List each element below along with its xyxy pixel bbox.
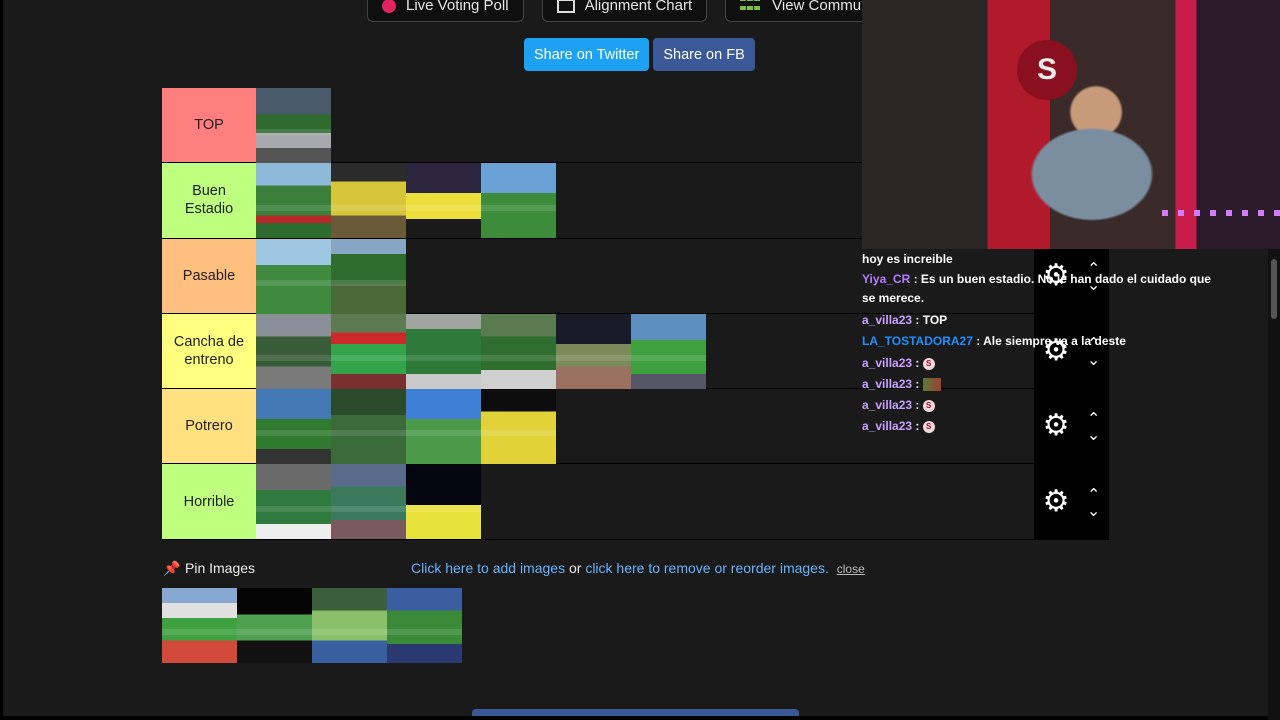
scrollbar-thumb[interactable]	[1271, 259, 1277, 319]
chat-message: Yiya_CR : Es un buen estadio. No le han …	[862, 272, 1211, 305]
chat-text: Ale siempre va a la deste	[983, 334, 1126, 348]
chat-username: a_villa23	[862, 398, 913, 412]
chat-username: a_villa23	[862, 356, 913, 370]
close-link[interactable]: close	[837, 562, 865, 576]
pinned-thumbnail[interactable]	[387, 588, 462, 663]
save-button[interactable]	[472, 709, 799, 716]
add-images-line: Click here to add images or click here t…	[411, 560, 865, 576]
stadium-thumbnail[interactable]	[631, 313, 706, 389]
chevron-up-icon[interactable]: ⌄	[1087, 484, 1100, 501]
page-scrollbar[interactable]	[1268, 249, 1280, 720]
tier-label[interactable]: Pasable	[162, 238, 256, 313]
pinned-thumbnail[interactable]	[237, 588, 312, 663]
stadium-thumbnail[interactable]	[406, 313, 481, 389]
stadium-thumbnail[interactable]	[331, 389, 406, 465]
stadium-thumbnail[interactable]	[406, 163, 481, 239]
pushpin-icon[interactable]: 📌	[163, 560, 180, 577]
pinned-thumbnail[interactable]	[312, 588, 387, 663]
alignment-chart-label: Alignment Chart	[584, 0, 693, 14]
stadium-thumbnail[interactable]	[256, 238, 331, 314]
live-voting-label: Live Voting Poll	[406, 0, 509, 14]
stadium-thumbnail[interactable]	[481, 313, 556, 389]
stadium-thumbnail[interactable]	[256, 163, 331, 239]
chat-message: LA_TOSTADORA27 : Ale siempre va a la des…	[862, 334, 1126, 348]
grid-icon	[556, 0, 575, 13]
tier-label[interactable]: Cancha de entreno	[162, 313, 256, 389]
chat-overlay: hoy es increible Yiya_CR : Es un buen est…	[862, 249, 1268, 449]
chat-username: a_villa23	[862, 377, 913, 391]
chat-username: a_villa23	[862, 419, 913, 433]
saprissa-emote-icon: S	[922, 357, 935, 370]
tier-label[interactable]: Buen Estadio	[162, 163, 256, 238]
share-fb-button[interactable]: Share on FB	[653, 38, 755, 71]
tier-controls: ⚙ ⌄ ⌄	[1034, 464, 1109, 539]
webcam-overlay: S	[862, 0, 1280, 249]
move-arrows: ⌄ ⌄	[1087, 484, 1100, 520]
tier-items[interactable]	[256, 464, 1034, 540]
add-images-link[interactable]: Click here to add images	[411, 560, 565, 576]
stadium-thumbnail[interactable]	[256, 313, 331, 389]
stadium-thumbnail[interactable]	[256, 389, 331, 465]
pinned-images	[162, 588, 462, 663]
top-nav: Live Voting Poll Alignment Chart View Co…	[367, 0, 915, 22]
alignment-chart-button[interactable]: Alignment Chart	[541, 0, 708, 22]
stadium-thumbnail[interactable]	[256, 464, 331, 540]
chat-message: a_villa23 : S	[862, 353, 935, 374]
stadium-thumbnail[interactable]	[406, 389, 481, 465]
share-twitter-button[interactable]: Share on Twitter	[524, 38, 650, 71]
gear-icon[interactable]: ⚙	[1043, 486, 1070, 517]
saprissa-emote-icon: S	[922, 420, 935, 433]
stadium-thumbnail[interactable]	[331, 464, 406, 540]
stadium-thumbnail[interactable]	[406, 464, 481, 540]
stadium-emote-icon	[922, 378, 941, 392]
pin-images-label[interactable]: Pin Images	[185, 560, 255, 576]
chat-text: TOP	[922, 313, 948, 327]
stadium-thumbnail[interactable]	[331, 313, 406, 389]
chat-text: hoy es increible	[862, 252, 953, 266]
tier-label[interactable]: TOP	[162, 88, 256, 163]
pinned-thumbnail[interactable]	[162, 588, 237, 663]
stadium-thumbnail[interactable]	[481, 389, 556, 465]
live-voting-button[interactable]: Live Voting Poll	[367, 0, 524, 22]
chat-message: a_villa23 : S	[862, 395, 935, 416]
club-logo: S	[1017, 40, 1077, 100]
chat-message: a_villa23 :	[862, 374, 941, 395]
led-lights	[1162, 210, 1280, 216]
stadium-thumbnail[interactable]	[331, 238, 406, 314]
chat-username: a_villa23	[862, 313, 913, 327]
chat-message: a_villa23 : S	[862, 416, 935, 437]
reorder-images-link[interactable]: click here to remove or reorder images.	[585, 560, 829, 576]
tier-label[interactable]: Horrible	[162, 464, 256, 539]
tiles-icon	[740, 0, 762, 13]
stadium-thumbnail[interactable]	[331, 163, 406, 239]
stadium-thumbnail[interactable]	[256, 88, 331, 163]
chat-username: Yiya_CR	[862, 272, 911, 286]
saprissa-emote-icon: S	[922, 399, 935, 412]
chat-message: hoy es increible	[862, 249, 953, 270]
tier-label[interactable]: Potrero	[162, 389, 256, 464]
pin-images-bar: 📌 Pin Images Click here to add images or…	[163, 559, 865, 579]
stadium-thumbnail[interactable]	[556, 313, 631, 389]
share-buttons: Share on Twitter Share on FB	[524, 38, 755, 71]
record-dot-icon	[382, 0, 396, 13]
stadium-thumbnail[interactable]	[481, 163, 556, 239]
or-text: or	[565, 560, 586, 576]
chevron-down-icon[interactable]: ⌄	[1087, 503, 1100, 520]
tier-row: Horrible ⚙ ⌄ ⌄	[162, 464, 1109, 540]
chat-username: LA_TOSTADORA27	[862, 334, 973, 348]
chat-text: Es un buen estadio. No le han dado el cu…	[862, 272, 1211, 305]
chat-message: a_villa23 : TOP	[862, 313, 948, 327]
